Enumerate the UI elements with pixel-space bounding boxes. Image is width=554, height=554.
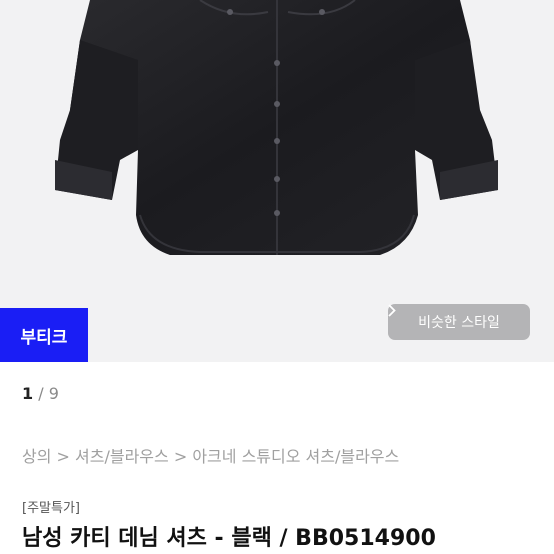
similar-style-button[interactable]: 비슷한 스타일	[388, 304, 530, 340]
breadcrumb-item-shirts[interactable]: 셔츠/블라우스	[75, 447, 169, 466]
image-counter-current: 1	[22, 384, 34, 403]
similar-style-label: 비슷한 스타일	[418, 315, 500, 331]
breadcrumb: 상의 > 셔츠/블라우스 > 아크네 스튜디오 셔츠/블라우스	[22, 443, 399, 467]
product-image[interactable]: 부티크 비슷한 스타일	[0, 0, 554, 362]
breadcrumb-item-top[interactable]: 상의	[22, 447, 51, 466]
product-title: 남성 카티 데님 셔츠 - 블랙 / BB0514900	[22, 526, 436, 551]
image-counter: 1 / 9	[22, 384, 59, 403]
breadcrumb-item-acne-shirts[interactable]: 아크네 스튜디오 셔츠/블라우스	[192, 447, 399, 466]
image-counter-separator: /	[33, 384, 49, 403]
image-counter-total: 9	[48, 384, 59, 403]
boutique-badge: 부티크	[0, 308, 88, 362]
chevron-right-icon	[388, 304, 396, 317]
breadcrumb-separator: >	[168, 447, 193, 466]
promo-tag: [주말특가]	[22, 501, 80, 516]
breadcrumb-separator: >	[51, 447, 76, 466]
